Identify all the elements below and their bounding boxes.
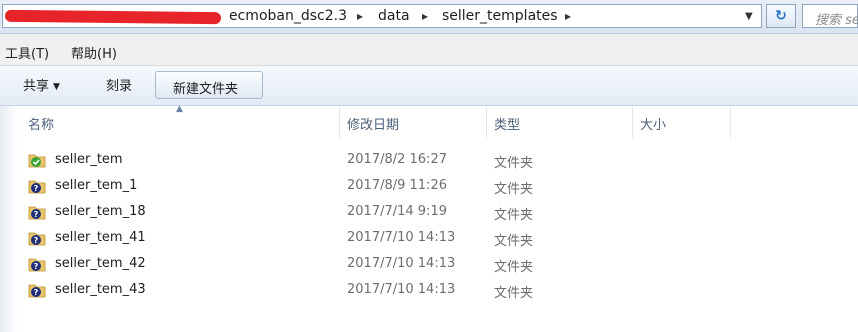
svg-text:?: ? <box>34 288 39 297</box>
breadcrumb-separator[interactable]: ▸ <box>565 9 571 23</box>
breadcrumb-data[interactable]: data <box>378 8 410 24</box>
menu-bar: 工具(T) 帮助(H) <box>0 34 858 66</box>
file-date: 2017/7/10 14:13 <box>347 256 456 271</box>
breadcrumb-seller-templates[interactable]: seller_templates <box>442 8 558 24</box>
file-date: 2017/8/9 11:26 <box>347 178 447 193</box>
chevron-down-icon[interactable]: ▼ <box>745 11 753 22</box>
file-type: 文件夹 <box>494 208 534 223</box>
refresh-icon: ↻ <box>775 8 787 24</box>
svg-text:?: ? <box>34 236 39 245</box>
menu-tools[interactable]: 工具(T) <box>5 43 49 62</box>
breadcrumb-separator[interactable]: ▸ <box>357 9 363 23</box>
svg-text:?: ? <box>34 184 39 193</box>
column-header-name[interactable]: 名称 <box>28 114 54 133</box>
breadcrumb-separator[interactable]: ▸ <box>422 9 428 23</box>
folder-question-icon: ? <box>28 180 46 194</box>
breadcrumb-ecmoban[interactable]: ecmoban_dsc2.3 <box>229 8 347 24</box>
search-placeholder: 搜索 seller <box>815 13 858 28</box>
column-divider[interactable] <box>730 106 731 138</box>
file-type: 文件夹 <box>494 260 534 275</box>
list-item[interactable]: ? seller_tem_41 2017/7/10 14:13 文件夹 <box>0 225 858 251</box>
redacted-path-segment <box>4 9 222 25</box>
folder-question-icon: ? <box>28 258 46 272</box>
list-item[interactable]: ? seller_tem_18 2017/7/14 9:19 文件夹 <box>0 199 858 225</box>
list-item[interactable]: ? seller_tem_43 2017/7/10 14:13 文件夹 <box>0 277 858 303</box>
file-name: seller_tem_41 <box>55 230 146 245</box>
folder-question-icon: ? <box>28 284 46 298</box>
file-type: 文件夹 <box>494 286 534 301</box>
file-date: 2017/7/10 14:13 <box>347 230 456 245</box>
svg-text:?: ? <box>34 210 39 219</box>
column-header-row: ▲ 名称 修改日期 类型 大小 <box>0 104 858 138</box>
refresh-button[interactable]: ↻ <box>766 4 796 28</box>
command-toolbar: 共享 ▼ 刻录 新建文件夹 <box>0 66 858 106</box>
file-date: 2017/8/2 16:27 <box>347 152 447 167</box>
list-item[interactable]: seller_tem 2017/8/2 16:27 文件夹 <box>0 147 858 173</box>
sort-ascending-icon: ▲ <box>176 104 183 114</box>
folder-question-icon: ? <box>28 206 46 220</box>
column-divider[interactable] <box>486 106 487 138</box>
file-type: 文件夹 <box>494 234 534 249</box>
share-label: 共享 <box>23 79 50 94</box>
file-date: 2017/7/14 9:19 <box>347 204 447 219</box>
file-type: 文件夹 <box>494 156 534 171</box>
burn-button[interactable]: 刻录 <box>106 75 132 94</box>
folder-check-icon <box>28 154 46 168</box>
list-item[interactable]: ? seller_tem_1 2017/8/9 11:26 文件夹 <box>0 173 858 199</box>
address-bar-row: ecmoban_dsc2.3 ▸ data ▸ seller_templates… <box>0 0 858 34</box>
folder-question-icon: ? <box>28 232 46 246</box>
address-bar[interactable]: ecmoban_dsc2.3 ▸ data ▸ seller_templates… <box>2 4 762 28</box>
menu-help[interactable]: 帮助(H) <box>71 43 117 62</box>
column-header-date[interactable]: 修改日期 <box>347 114 399 133</box>
new-folder-button[interactable]: 新建文件夹 <box>155 71 263 99</box>
column-divider[interactable] <box>632 106 633 138</box>
column-divider[interactable] <box>339 106 340 138</box>
file-type: 文件夹 <box>494 182 534 197</box>
chevron-down-icon: ▼ <box>53 82 60 92</box>
svg-text:?: ? <box>34 262 39 271</box>
file-name: seller_tem_42 <box>55 256 146 271</box>
file-date: 2017/7/10 14:13 <box>347 282 456 297</box>
search-input[interactable]: 搜索 seller <box>802 4 858 28</box>
list-item[interactable]: ? seller_tem_42 2017/7/10 14:13 文件夹 <box>0 251 858 277</box>
new-folder-label: 新建文件夹 <box>173 82 239 97</box>
share-button[interactable]: 共享 ▼ <box>23 75 60 94</box>
file-name: seller_tem_43 <box>55 282 146 297</box>
column-header-type[interactable]: 类型 <box>494 114 520 133</box>
file-name: seller_tem_18 <box>55 204 146 219</box>
file-name: seller_tem <box>55 152 123 167</box>
file-name: seller_tem_1 <box>55 178 138 193</box>
column-header-size[interactable]: 大小 <box>640 114 666 133</box>
